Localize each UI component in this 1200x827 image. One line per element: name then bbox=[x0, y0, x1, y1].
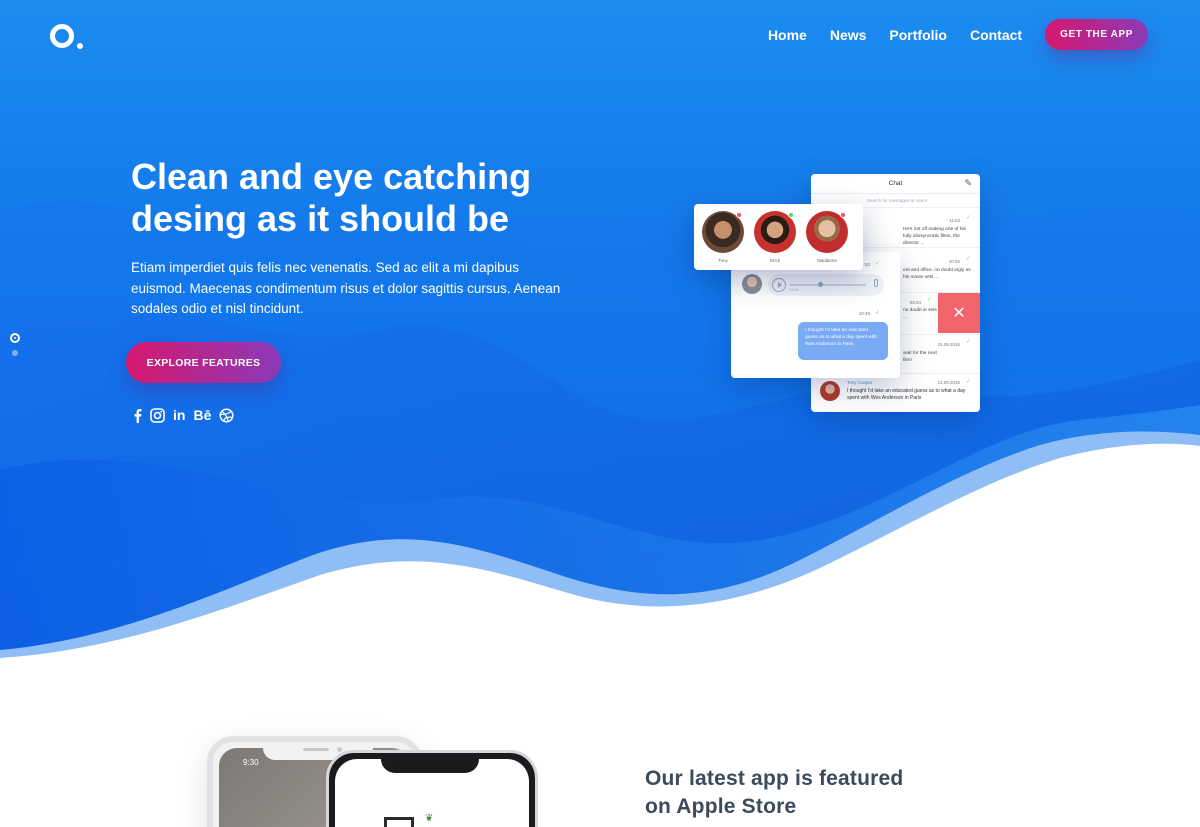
slide-dot[interactable] bbox=[12, 350, 18, 356]
read-check-icon: ✓ bbox=[965, 339, 971, 345]
phone-status-time: 9:30 bbox=[243, 758, 259, 767]
read-check-icon: ✓ bbox=[874, 310, 880, 316]
featured-heading: Our latest app is featured on Apple Stor… bbox=[645, 765, 965, 821]
contact-name: Tony bbox=[718, 258, 728, 263]
social-links: in Bē bbox=[133, 406, 242, 424]
read-check-icon: ✓ bbox=[965, 379, 971, 385]
hero-title: Clean and eye catching desing as it shou… bbox=[131, 156, 571, 240]
nav-home[interactable]: Home bbox=[768, 27, 807, 43]
contact-name: Erick bbox=[770, 258, 780, 263]
phone-speaker bbox=[303, 748, 329, 751]
message-time: 09:24 bbox=[909, 300, 921, 305]
logo-ring-icon bbox=[50, 24, 74, 48]
contact-tony[interactable]: Tony bbox=[701, 211, 745, 263]
message-preview: He's not off making one of his fully idi… bbox=[903, 227, 966, 246]
contact-erick[interactable]: Erick bbox=[753, 211, 797, 263]
nav-portfolio[interactable]: Portfolio bbox=[889, 27, 947, 43]
message-time: 11:53 bbox=[949, 218, 960, 223]
message-time: 13.09.2016 bbox=[937, 380, 960, 385]
instagram-icon[interactable] bbox=[150, 406, 165, 424]
facebook-icon[interactable] bbox=[133, 406, 142, 424]
phone-notch bbox=[381, 753, 479, 773]
read-check-icon: ✓ bbox=[965, 215, 971, 221]
chat-title: Chat bbox=[888, 180, 903, 187]
phone-camera bbox=[337, 747, 342, 752]
chat-message-row[interactable]: Tony Cooper 13.09.2016 ✓ I thought I'd t… bbox=[811, 374, 980, 412]
read-check-icon: ✓ bbox=[926, 297, 932, 303]
hero-title-line-2: desing as it should be bbox=[131, 198, 510, 239]
phone-mockup-front: ❦ bbox=[326, 750, 538, 827]
edit-pencil-icon[interactable]: ✎ bbox=[964, 178, 972, 189]
audio-progress-knob[interactable] bbox=[818, 282, 823, 287]
explore-features-button[interactable]: EXPLORE FEATURES bbox=[126, 342, 281, 383]
avatar bbox=[806, 211, 848, 253]
nav-contact[interactable]: Contact bbox=[970, 27, 1022, 43]
avatar bbox=[742, 274, 762, 294]
sender-name: Tony Cooper bbox=[847, 380, 873, 385]
status-dot bbox=[736, 212, 742, 218]
message-time: 10:46 bbox=[858, 311, 870, 316]
status-dot bbox=[788, 212, 794, 218]
behance-icon[interactable]: Bē bbox=[193, 406, 211, 424]
message-bubble: I thought I'd take an educated guess as … bbox=[798, 322, 888, 360]
chat-header: Chat ✎ bbox=[811, 174, 980, 194]
conversation-card-mockup: 11:53 ✓ 01:06 10:46 ✓ I thought I'd take… bbox=[731, 252, 900, 378]
brand-logo[interactable] bbox=[48, 22, 84, 52]
contacts-card-mockup: Tony Erick Madalene bbox=[694, 204, 863, 270]
read-check-icon: ✓ bbox=[965, 256, 971, 262]
frame-icon bbox=[384, 817, 414, 827]
delete-close-icon[interactable]: ✕ bbox=[938, 293, 980, 333]
hero-description: Etiam imperdiet quis felis nec venenatis… bbox=[131, 260, 561, 316]
logo-dot-icon bbox=[77, 43, 83, 49]
status-dot bbox=[840, 212, 846, 218]
contact-name: Madalene bbox=[817, 258, 837, 263]
audio-duration: 01:06 bbox=[789, 288, 799, 292]
featured-heading-line-2: on Apple Store bbox=[645, 795, 797, 818]
avatar bbox=[702, 211, 744, 253]
read-check-icon: ✓ bbox=[874, 261, 880, 267]
linkedin-icon[interactable]: in bbox=[173, 406, 185, 424]
play-icon[interactable] bbox=[772, 278, 786, 292]
dribbble-icon[interactable] bbox=[219, 406, 234, 424]
message-preview: wait for the next film! bbox=[903, 351, 937, 363]
message-time: 10:46 bbox=[948, 259, 960, 264]
contact-madalene[interactable]: Madalene bbox=[805, 211, 849, 263]
message-preview: no doubt ie sets ... bbox=[903, 308, 937, 320]
featured-heading-line-1: Our latest app is featured bbox=[645, 767, 904, 790]
message-time: 15.09.2016 bbox=[937, 342, 960, 347]
slider-pagination bbox=[10, 333, 20, 356]
microphone-icon bbox=[874, 279, 878, 287]
plant-icon: ❦ bbox=[425, 813, 434, 824]
get-the-app-button[interactable]: GET THE APP bbox=[1045, 19, 1148, 50]
hero-title-line-1: Clean and eye catching bbox=[131, 156, 532, 197]
nav-news[interactable]: News bbox=[830, 27, 867, 43]
slide-dot-active[interactable] bbox=[10, 333, 20, 343]
audio-progress-bar[interactable] bbox=[790, 284, 866, 286]
message-preview: ent and office, no doubt ingly as his mo… bbox=[903, 268, 971, 280]
avatar bbox=[754, 211, 796, 253]
avatar bbox=[820, 381, 840, 401]
message-preview: I thought I'd take an educated guess as … bbox=[847, 388, 966, 401]
main-navigation: Home News Portfolio Contact GET THE APP bbox=[745, 19, 1148, 50]
voice-message-player[interactable] bbox=[768, 274, 884, 296]
